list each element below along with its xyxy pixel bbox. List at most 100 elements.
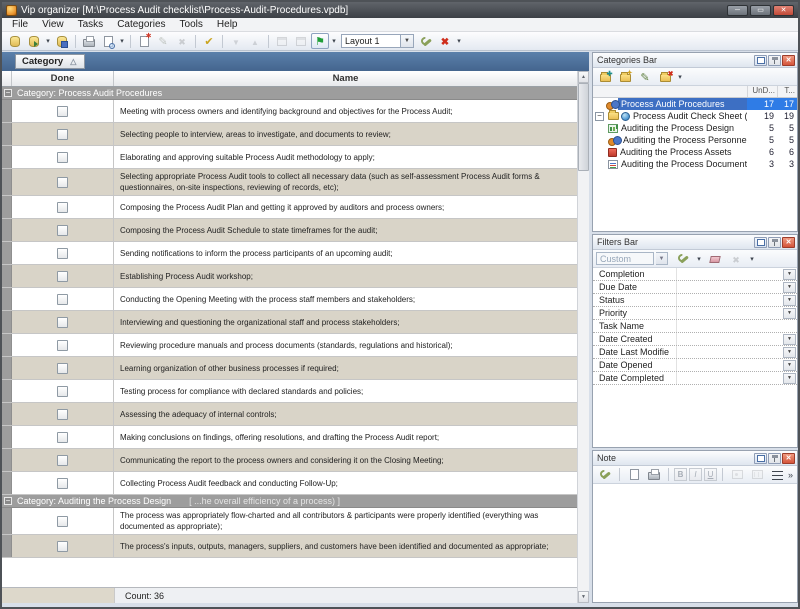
task-row[interactable]: Selecting appropriate Process Audit tool… — [2, 169, 577, 196]
new-database-button[interactable] — [6, 33, 24, 49]
minimize-button[interactable]: ─ — [727, 5, 748, 16]
task-row[interactable]: Meeting with process owners and identify… — [2, 100, 577, 123]
report-more-icon[interactable]: ▾ — [330, 37, 338, 45]
layout-value[interactable]: Layout 1 — [341, 34, 401, 48]
edit-note-button[interactable] — [596, 467, 614, 483]
toolbar-overflow-icon[interactable]: » — [788, 470, 795, 480]
category-tree-item[interactable]: Process Audit Procedures1717 — [593, 98, 797, 110]
delete-task-button[interactable] — [173, 33, 191, 49]
filter-value-field[interactable] — [677, 281, 783, 293]
print-more-icon[interactable]: ▾ — [118, 37, 126, 45]
layout-combobox[interactable]: Layout 1 ▼ — [341, 34, 414, 48]
filter-dropdown-icon[interactable]: ▼ — [783, 295, 796, 306]
dropdown-caret-icon[interactable]: ▾ — [44, 37, 52, 45]
task-done-checkbox[interactable] — [57, 294, 68, 305]
panel-restore-icon[interactable] — [754, 453, 767, 464]
underline-button[interactable]: U — [704, 468, 717, 481]
vertical-scrollbar[interactable]: ▲ ▼ — [577, 71, 589, 603]
column-header-done[interactable]: Done — [12, 71, 114, 86]
maximize-button[interactable]: ▭ — [750, 5, 771, 16]
filter-dropdown-icon[interactable]: ▼ — [783, 334, 796, 345]
total-column-header[interactable]: T... — [777, 86, 797, 97]
filter-dropdown-icon[interactable]: ▼ — [783, 282, 796, 293]
close-button[interactable]: ✕ — [773, 5, 794, 16]
task-row[interactable]: Interviewing and questioning the organiz… — [2, 311, 577, 334]
filter-preset-combobox[interactable]: Custom — [596, 252, 654, 265]
remove-filter-button[interactable] — [727, 251, 745, 267]
task-done-checkbox[interactable] — [57, 340, 68, 351]
filter-preset-dropdown-icon[interactable]: ▼ — [656, 252, 668, 265]
filter-dropdown-icon[interactable]: ▼ — [783, 373, 796, 384]
task-row[interactable]: Testing process for compliance with decl… — [2, 380, 577, 403]
panel-close-icon[interactable]: ✕ — [782, 237, 795, 248]
category-tree-item[interactable]: Auditing the Process Personnel55 — [593, 134, 797, 146]
category-tree-item[interactable]: Auditing the Process Documentation33 — [593, 158, 797, 170]
filter-value-field[interactable] — [677, 268, 783, 280]
task-done-checkbox[interactable] — [57, 129, 68, 140]
task-row[interactable]: Composing the Process Audit Plan and get… — [2, 196, 577, 219]
menu-item-help[interactable]: Help — [210, 18, 245, 31]
categories-more-icon[interactable]: ▾ — [676, 73, 684, 81]
print-button[interactable] — [80, 33, 98, 49]
edit-category-button[interactable] — [636, 69, 654, 85]
italic-button[interactable]: I — [689, 468, 702, 481]
dropdown-caret-icon[interactable]: ▾ — [695, 255, 703, 263]
report-button[interactable] — [311, 33, 329, 49]
scroll-up-icon[interactable]: ▲ — [578, 71, 589, 83]
filter-dropdown-icon[interactable]: ▼ — [783, 308, 796, 319]
task-row[interactable]: Composing the Process Audit Schedule to … — [2, 219, 577, 242]
task-row[interactable]: Reviewing procedure manuals and process … — [2, 334, 577, 357]
filter-value-field[interactable] — [677, 320, 797, 332]
customize-layout-button[interactable] — [417, 33, 435, 49]
task-row[interactable]: Learning organization of other business … — [2, 357, 577, 380]
edit-task-button[interactable] — [154, 33, 172, 49]
bullet-list-button[interactable] — [768, 467, 786, 483]
filter-value-field[interactable] — [677, 294, 783, 306]
collapse-node-icon[interactable]: − — [595, 112, 604, 121]
category-tree-item[interactable]: −Process Audit Check Sheet (inspecting t… — [593, 110, 797, 122]
task-done-checkbox[interactable] — [57, 106, 68, 117]
task-row[interactable]: Making conclusions on findings, offering… — [2, 426, 577, 449]
filter-dropdown-icon[interactable]: ▼ — [783, 269, 796, 280]
new-task-button[interactable] — [135, 33, 153, 49]
task-row[interactable]: The process's inputs, outputs, managers,… — [2, 535, 577, 558]
task-done-checkbox[interactable] — [57, 409, 68, 420]
filter-value-field[interactable] — [677, 359, 783, 371]
insert-image-button[interactable] — [728, 467, 746, 483]
collapse-group-icon[interactable]: − — [4, 89, 12, 97]
print-preview-button[interactable] — [99, 33, 117, 49]
task-row[interactable]: Collecting Process Audit feedback and co… — [2, 472, 577, 495]
filter-dropdown-icon[interactable]: ▼ — [783, 360, 796, 371]
task-row[interactable]: Selecting people to interview, areas to … — [2, 123, 577, 146]
task-done-checkbox[interactable] — [57, 386, 68, 397]
task-done-checkbox[interactable] — [57, 225, 68, 236]
complete-task-button[interactable] — [200, 33, 218, 49]
filter-value-field[interactable] — [677, 372, 783, 384]
column-header-name[interactable]: Name — [114, 71, 577, 86]
undone-column-header[interactable]: UnD... — [747, 86, 777, 97]
task-done-checkbox[interactable] — [57, 152, 68, 163]
group-header-row[interactable]: −Category: Process Audit Procedures — [2, 87, 577, 100]
panel-close-icon[interactable]: ✕ — [782, 55, 795, 66]
task-done-checkbox[interactable] — [57, 177, 68, 188]
delete-category-button[interactable]: ✖ — [656, 69, 674, 85]
panel-close-icon[interactable]: ✕ — [782, 453, 795, 464]
apply-filter-button[interactable] — [674, 251, 692, 267]
task-done-checkbox[interactable] — [57, 271, 68, 282]
menu-item-tasks[interactable]: Tasks — [71, 18, 111, 31]
save-database-button[interactable] — [53, 33, 71, 49]
panel-pin-icon[interactable] — [768, 55, 781, 66]
add-category-button[interactable]: ✚ — [596, 69, 614, 85]
filter-value-field[interactable] — [677, 307, 783, 319]
task-row[interactable]: Elaborating and approving suitable Proce… — [2, 146, 577, 169]
menu-item-file[interactable]: File — [5, 18, 35, 31]
task-row[interactable]: Establishing Process Audit workshop; — [2, 265, 577, 288]
menu-item-view[interactable]: View — [35, 18, 71, 31]
filter-value-field[interactable] — [677, 333, 783, 345]
collapse-group-icon[interactable]: − — [4, 497, 12, 505]
panel-pin-icon[interactable] — [768, 453, 781, 464]
group-header-row[interactable]: −Category: Auditing the Process Design[ … — [2, 495, 577, 508]
open-database-button[interactable] — [25, 33, 43, 49]
note-page-button[interactable] — [625, 467, 643, 483]
task-row[interactable]: Assessing the adequacy of internal contr… — [2, 403, 577, 426]
